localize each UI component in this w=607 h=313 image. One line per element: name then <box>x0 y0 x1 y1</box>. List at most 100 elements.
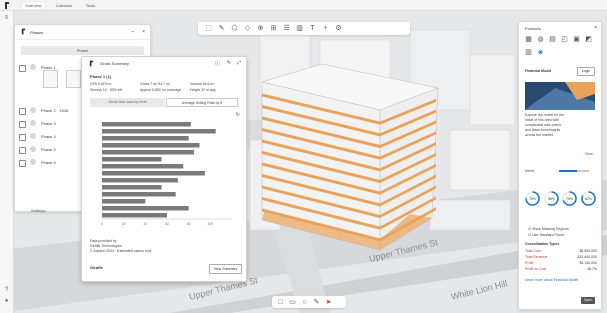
summary-value: $8,500,000 <box>579 249 597 253</box>
phase-checkbox[interactable] <box>19 121 26 128</box>
phase-label: Phase 3 <box>41 121 56 126</box>
ad-link[interactable]: More <box>585 152 593 156</box>
x-tick-label: 80 <box>187 222 191 226</box>
footer-line-1: Data provided by <box>90 239 117 243</box>
tab-overview[interactable]: Overview <box>22 1 45 9</box>
stat-left-2: Storeys 10 · 83% eff <box>90 88 122 92</box>
grid-tool-icon[interactable]: ⊞ <box>269 24 278 33</box>
open-button[interactable]: Open <box>581 297 595 304</box>
check-massing-label: Show Massing Regions <box>532 227 569 231</box>
phase-icon <box>30 159 36 165</box>
phase-subtitle: Phase 1 (1) <box>90 74 112 79</box>
check-floors[interactable]: ☑ Use Standard Floors <box>528 233 564 237</box>
phase-checkbox[interactable] <box>19 147 26 154</box>
chart-bar <box>102 136 189 141</box>
tab-calendar[interactable]: Calendar <box>53 2 75 9</box>
app-logo-icon <box>5 2 9 9</box>
promo-image <box>525 82 595 110</box>
add-icon[interactable]: + <box>321 24 330 33</box>
shape-tool-icon[interactable]: ◇ <box>243 24 252 33</box>
chart-bar <box>102 143 200 148</box>
select-tool-icon[interactable]: ⬚ <box>204 24 213 33</box>
polygon-tool-icon[interactable]: ⬠ <box>230 24 239 33</box>
footer-link[interactable]: Learn more about Financial Model <box>525 278 578 282</box>
phase-label: Phase 4 <box>41 134 56 139</box>
segment-gfa[interactable]: Gross floor area by level <box>90 98 165 107</box>
view-summary-button[interactable]: View Summary <box>209 264 242 274</box>
gross-summary-panel: Gross Summary ⓘ ✎ ⤢ Phase 1 (1) GFA 9,61… <box>81 56 247 282</box>
phase-checkbox[interactable] <box>19 108 26 115</box>
chart-bar <box>102 206 189 211</box>
help-icon[interactable]: ? <box>3 287 10 294</box>
x-tick-label: 20 <box>122 222 126 226</box>
phases-panel-header: Phases – × <box>15 25 150 40</box>
login-button[interactable]: Login <box>577 67 595 76</box>
x-tick-label: 100 <box>207 222 213 226</box>
product-icon[interactable]: ◍ <box>536 35 545 44</box>
ad-line: value of this area with <box>525 118 559 122</box>
product-icon-active[interactable]: ◈ <box>536 48 545 57</box>
tab-bar: Overview Calendar Tools <box>0 0 607 11</box>
brand-label: Giraffe <box>90 265 103 270</box>
pen-tool-icon[interactable]: ✎ <box>312 298 321 307</box>
rectangle-tool-icon[interactable]: ▭ <box>288 298 297 307</box>
gauge-value: 82% <box>584 197 591 201</box>
summary-key: Profit on Cost <box>525 267 547 271</box>
chart-tool-icon[interactable]: ▥ <box>295 24 304 33</box>
product-icon[interactable]: ▥ <box>524 48 533 57</box>
circle-tool-icon[interactable]: ○ <box>300 298 309 307</box>
gauge-value: 70% <box>566 197 573 201</box>
close-icon[interactable]: × <box>142 29 145 35</box>
app-logo-icon <box>89 60 94 67</box>
product-icon[interactable]: ▦ <box>524 35 533 44</box>
building-model[interactable] <box>261 63 439 251</box>
chart-bar <box>102 192 176 197</box>
text-tool-icon[interactable]: T <box>308 24 317 33</box>
chart-bar <box>102 157 162 162</box>
expand-icon[interactable]: ⤢ <box>237 60 241 66</box>
gauge: 58% <box>543 191 559 206</box>
stack-tool-icon[interactable]: ☰ <box>282 24 291 33</box>
metric-title: Metric <box>525 169 535 173</box>
settings-link[interactable]: Settings <box>31 208 45 213</box>
phase-icon <box>30 146 36 152</box>
chart-bar <box>102 129 216 134</box>
check-massing[interactable]: ☑ Show Massing Regions <box>528 227 569 231</box>
measure-tool-icon[interactable]: ⊕ <box>256 24 265 33</box>
product-icon[interactable]: ▤ <box>548 35 557 44</box>
tab-tools[interactable]: Tools <box>83 2 98 9</box>
right-panel-header: Products <box>525 26 541 31</box>
chart-bar <box>102 150 195 155</box>
gross-chart: 0 20 40 60 80 100 <box>101 122 232 226</box>
phase-checkbox[interactable] <box>19 134 26 141</box>
phase-checkbox[interactable] <box>19 160 26 167</box>
ad-line: Explore the model for the <box>525 113 565 117</box>
product-icon[interactable]: ◰ <box>560 35 569 44</box>
product-icon[interactable]: ◩ <box>584 35 593 44</box>
square-tool-icon[interactable]: □ <box>276 298 285 307</box>
x-tick-label: 40 <box>143 222 147 226</box>
segment-selling-rate[interactable]: Average Selling Rate by ft <box>166 98 238 107</box>
phase-label: Phase 5 <box>41 147 56 152</box>
settings-icon[interactable]: ⚙ <box>334 24 343 33</box>
summary-key: Total Cost <box>525 249 541 253</box>
stat-mid-1: Gross 7 m² 94.7 m² <box>140 82 171 86</box>
product-icon[interactable]: ▣ <box>572 35 581 44</box>
edit-icon[interactable]: ✎ <box>227 60 231 66</box>
draw-tool-icon[interactable]: ✎ <box>217 24 226 33</box>
layers-icon[interactable]: ≡ <box>3 15 10 22</box>
summary-key: Total Revenue <box>525 255 548 259</box>
minimize-icon[interactable]: – <box>131 29 134 35</box>
chart-bar <box>102 199 146 204</box>
add-phase-button[interactable]: Phase <box>21 46 144 55</box>
info-icon[interactable]: ⓘ <box>215 60 220 67</box>
metric-slider[interactable] <box>559 170 589 172</box>
phase-checkbox[interactable] <box>19 65 26 72</box>
brand-name: Financial Model <box>525 69 552 73</box>
cursor-tool-icon[interactable]: ➤ <box>324 298 333 307</box>
left-rail: ≡ ? ● <box>0 11 14 313</box>
close-icon[interactable]: × <box>594 25 597 31</box>
top-toolbar: ⬚ ✎ ⬠ ◇ ⊕ ⊞ ☰ ▥ T + ⚙ <box>198 22 410 35</box>
user-icon[interactable]: ● <box>3 298 10 305</box>
refresh-icon[interactable]: ↻ <box>236 112 240 118</box>
